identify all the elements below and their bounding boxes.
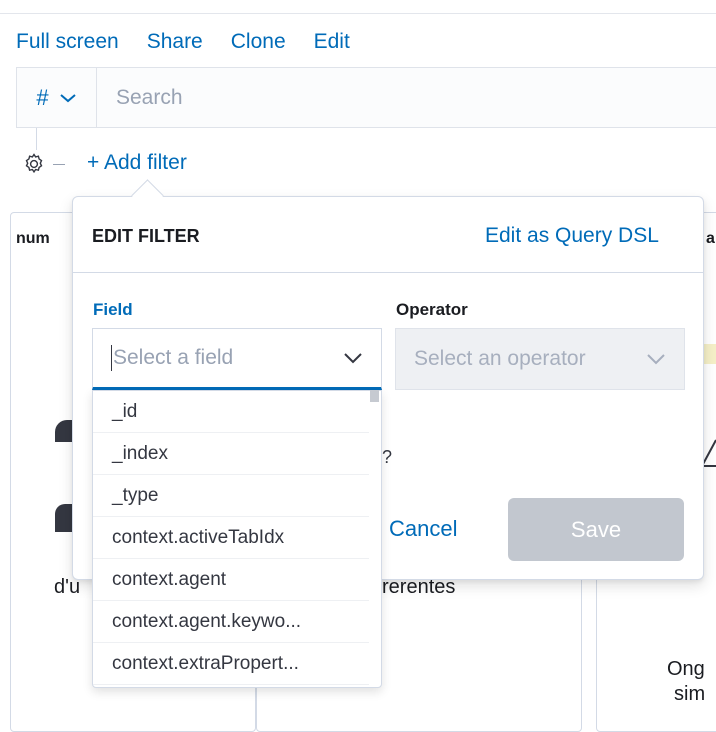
field-option[interactable]: context.extraPropert...	[93, 643, 369, 685]
save-button[interactable]: Save	[508, 498, 684, 561]
operator-select[interactable]: Select an operator	[395, 328, 685, 390]
field-option[interactable]: context.agent.keywo...	[93, 601, 369, 643]
add-filter-button[interactable]: + Add filter	[87, 151, 187, 175]
query-bar: #	[16, 67, 716, 128]
field-options-list: _id _index _type context.activeTabIdx co…	[93, 391, 381, 685]
panel3-line1: Ong	[667, 658, 705, 680]
full-screen-link[interactable]: Full screen	[16, 30, 119, 56]
field-option[interactable]: context.agent	[93, 559, 369, 601]
chevron-down-icon	[647, 354, 665, 365]
query-language-button[interactable]: #	[17, 68, 97, 127]
field-option[interactable]: _type	[93, 475, 369, 517]
popover-arrow-mask	[126, 197, 168, 211]
gear-icon[interactable]	[22, 152, 46, 176]
field-option[interactable]: _index	[93, 433, 369, 475]
filter-separator	[53, 164, 65, 165]
query-language-label: #	[36, 84, 49, 110]
dashboard-top-nav: Full screen Share Clone Edit	[16, 30, 350, 56]
field-label: Field	[93, 300, 133, 319]
filter-connector-line	[36, 128, 37, 150]
field-option[interactable]: _id	[93, 391, 369, 433]
popover-header-divider	[73, 272, 703, 273]
field-options-dropdown[interactable]: _id _index _type context.activeTabIdx co…	[92, 390, 382, 688]
panel3-line2: sim	[674, 683, 706, 705]
text-cursor	[111, 345, 112, 371]
clone-link[interactable]: Clone	[231, 30, 286, 56]
chevron-down-icon	[59, 93, 76, 102]
top-divider	[0, 13, 716, 14]
edit-link[interactable]: Edit	[314, 30, 350, 56]
operator-placeholder: Select an operator	[414, 347, 586, 370]
edit-as-query-dsl-link[interactable]: Edit as Query DSL	[485, 224, 659, 248]
partially-hidden-text: ?	[382, 447, 393, 467]
field-placeholder: Select a field	[113, 346, 234, 369]
popover-title: EDIT FILTER	[92, 226, 200, 246]
dropdown-scrollbar-thumb[interactable]	[370, 390, 379, 402]
field-combobox[interactable]: Select a field	[92, 328, 382, 390]
share-link[interactable]: Share	[147, 30, 203, 56]
panel3-highlight	[704, 344, 716, 364]
field-option[interactable]: context.activeTabIdx	[93, 517, 369, 559]
search-input[interactable]	[97, 67, 716, 128]
panel1-title: num	[16, 230, 50, 247]
panel3-title: al	[706, 230, 716, 247]
operator-label: Operator	[396, 300, 468, 319]
cancel-button[interactable]: Cancel	[389, 516, 457, 542]
chevron-down-icon[interactable]	[343, 352, 363, 364]
